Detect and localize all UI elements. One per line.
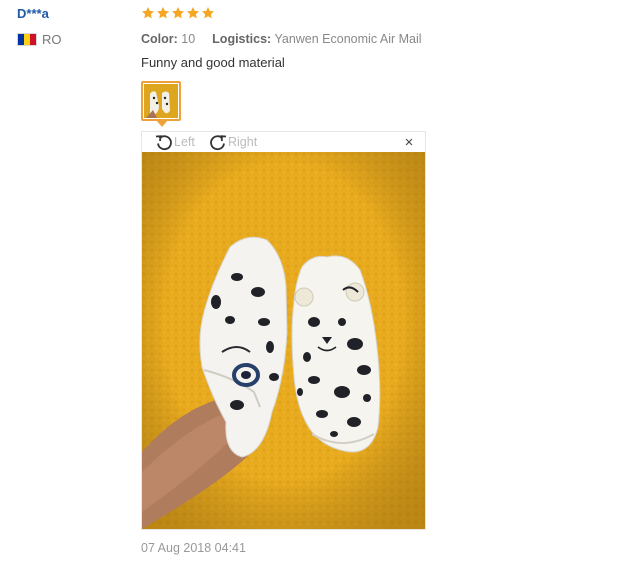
star-rating <box>141 6 611 24</box>
star-icon <box>156 6 170 20</box>
viewer-toolbar: Left Right × <box>142 132 425 152</box>
review-photo <box>142 152 425 529</box>
reviewer-country: RO <box>17 32 127 47</box>
review-date: 07 Aug 2018 04:41 <box>141 541 246 555</box>
color-value: 10 <box>181 32 196 46</box>
rotate-left-label: Left <box>174 135 195 149</box>
review-text: Funny and good material <box>141 55 285 70</box>
thumbnail-pointer <box>156 120 168 127</box>
star-icon <box>171 6 185 20</box>
logistics-value: Yanwen Economic Air Mail <box>274 32 422 46</box>
rotate-right-button[interactable]: Right <box>208 132 257 152</box>
star-icon <box>201 6 215 20</box>
reviewer-name: D***a <box>17 6 49 21</box>
rotate-right-label: Right <box>228 135 258 149</box>
close-icon: × <box>404 133 414 151</box>
photo-viewer: Left Right × <box>141 131 426 530</box>
star-icon <box>141 6 155 20</box>
rotate-left-icon <box>154 133 174 151</box>
rotate-right-icon <box>208 133 228 151</box>
close-viewer-button[interactable]: × <box>402 132 416 152</box>
review-meta: Color: 10 Logistics: Yanwen Economic Air… <box>141 31 611 47</box>
reviewer-info: D***a RO <box>17 6 127 47</box>
country-code: RO <box>42 32 62 47</box>
color-label: Color: <box>141 32 178 46</box>
star-icon <box>186 6 200 20</box>
rotate-left-button[interactable]: Left <box>154 132 195 152</box>
thumbnail-image <box>144 84 178 118</box>
review-body: Color: 10 Logistics: Yanwen Economic Air… <box>141 6 611 127</box>
country-flag-icon <box>17 33 37 46</box>
logistics-label: Logistics: <box>212 32 272 46</box>
review-photo-thumbnail[interactable] <box>141 81 181 127</box>
